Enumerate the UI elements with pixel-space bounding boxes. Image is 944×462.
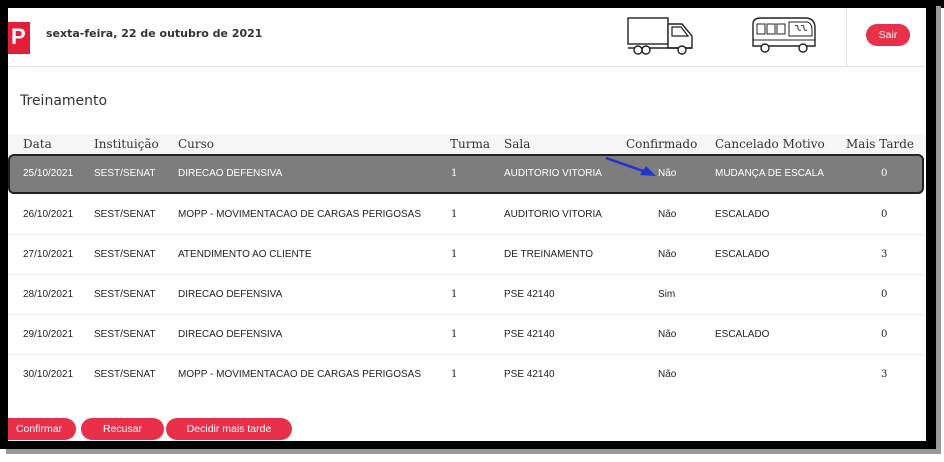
refuse-button[interactable]: Recusar — [81, 418, 164, 440]
bus-icon — [752, 17, 816, 53]
column-header-mais-tarde[interactable]: Mais Tarde — [846, 137, 914, 151]
cell-confirmado: Não — [658, 369, 677, 380]
column-header-data[interactable]: Data — [23, 137, 52, 151]
cell-sala: AUDITORIO VITORIA — [504, 168, 602, 179]
frame-border-bottom — [0, 441, 936, 449]
cell-curso: MOPP - MOVIMENTACAO DE CARGAS PERIGOSAS — [178, 369, 422, 380]
table-row[interactable]: 27/10/2021 SEST/SENAT ATENDIMENTO AO CLI… — [8, 235, 926, 275]
logo-letter: P — [11, 24, 26, 49]
cell-cancelado-motivo: ESCALADO — [715, 329, 770, 340]
cell-mais-tarde: 0 — [881, 209, 888, 220]
cell-mais-tarde: 3 — [881, 369, 888, 380]
cell-turma: 1 — [451, 209, 458, 220]
cell-curso: DIRECAO DEFENSIVA — [178, 289, 283, 300]
cell-confirmado: Não — [658, 249, 677, 260]
cell-data: 27/10/2021 — [23, 249, 74, 260]
cell-sala: PSE 42140 — [504, 289, 555, 300]
table-row[interactable]: 26/10/2021 SEST/SENAT MOPP - MOVIMENTACA… — [8, 195, 926, 235]
cell-mais-tarde: 0 — [881, 329, 888, 340]
cell-instituicao: SEST/SENAT — [94, 249, 156, 260]
cell-turma: 1 — [451, 329, 458, 340]
app-header: P sexta-feira, 22 de outubro de 2021 Sai — [8, 8, 926, 67]
column-header-sala[interactable]: Sala — [504, 137, 530, 151]
decide-later-button[interactable]: Decidir mais tarde — [166, 418, 292, 440]
table-row-selected[interactable]: 25/10/2021 SEST/SENAT DIRECAO DEFENSIVA … — [8, 154, 924, 194]
cell-mais-tarde: 0 — [881, 289, 888, 300]
cell-mais-tarde: 3 — [881, 249, 888, 260]
frame-border-left — [0, 0, 8, 445]
cell-cancelado-motivo: ESCALADO — [715, 209, 770, 220]
cell-curso: ATENDIMENTO AO CLIENTE — [178, 249, 312, 260]
frame-border-right — [926, 0, 936, 449]
column-header-turma[interactable]: Turma — [450, 137, 490, 151]
cell-confirmado: Não — [658, 168, 677, 179]
cell-cancelado-motivo: ESCALADO — [715, 249, 770, 260]
cell-curso: MOPP - MOVIMENTACAO DE CARGAS PERIGOSAS — [178, 209, 422, 220]
cell-confirmado: Sim — [658, 289, 676, 300]
header-divider — [846, 8, 847, 66]
cell-cancelado-motivo: MUDANÇA DE ESCALA — [715, 168, 824, 179]
cell-turma: 1 — [451, 249, 458, 260]
table-row[interactable]: 28/10/2021 SEST/SENAT DIRECAO DEFENSIVA … — [8, 275, 926, 315]
cell-sala: PSE 42140 — [504, 329, 555, 340]
frame-border-top — [0, 0, 944, 8]
logout-button[interactable]: Sair — [866, 24, 910, 46]
cell-data: 25/10/2021 — [23, 168, 74, 179]
cell-sala: AUDITORIO VITORIA — [504, 209, 602, 220]
cell-data: 26/10/2021 — [23, 209, 74, 220]
cell-instituicao: SEST/SENAT — [94, 329, 156, 340]
cell-instituicao: SEST/SENAT — [94, 209, 156, 220]
column-header-curso[interactable]: Curso — [178, 137, 214, 151]
frame-shadow-right — [936, 6, 941, 453]
cell-confirmado: Não — [658, 209, 677, 220]
cell-data: 28/10/2021 — [23, 289, 74, 300]
table-row[interactable]: 30/10/2021 SEST/SENAT MOPP - MOVIMENTACA… — [8, 355, 926, 395]
cell-turma: 1 — [451, 289, 458, 300]
column-header-confirmado[interactable]: Confirmado — [626, 137, 697, 151]
frame-shadow-bottom — [6, 449, 941, 454]
arrow-pointer-icon — [605, 156, 656, 176]
screenshot-frame: P sexta-feira, 22 de outubro de 2021 Sai — [0, 0, 944, 462]
cell-instituicao: SEST/SENAT — [94, 369, 156, 380]
table-header: Data Instituição Curso Turma Sala Confir… — [8, 134, 926, 154]
cell-sala: PSE 42140 — [504, 369, 555, 380]
cell-confirmado: Não — [658, 329, 677, 340]
brand-logo-icon[interactable]: P — [8, 22, 30, 54]
cell-curso: DIRECAO DEFENSIVA — [178, 168, 283, 179]
cell-turma: 1 — [451, 369, 458, 380]
cell-instituicao: SEST/SENAT — [94, 289, 156, 300]
current-date: sexta-feira, 22 de outubro de 2021 — [46, 27, 263, 40]
cell-data: 29/10/2021 — [23, 329, 74, 340]
cell-curso: DIRECAO DEFENSIVA — [178, 329, 283, 340]
column-header-instituicao[interactable]: Instituição — [94, 137, 159, 151]
table-row[interactable]: 29/10/2021 SEST/SENAT DIRECAO DEFENSIVA … — [8, 315, 926, 355]
page-title: Treinamento — [20, 93, 108, 109]
truck-icon — [627, 17, 693, 55]
column-header-cancelado-motivo[interactable]: Cancelado Motivo — [715, 137, 825, 151]
cell-sala: DE TREINAMENTO — [504, 249, 594, 260]
cell-instituicao: SEST/SENAT — [94, 168, 156, 179]
cell-turma: 1 — [451, 168, 458, 179]
cell-mais-tarde: 0 — [881, 168, 888, 179]
cell-data: 30/10/2021 — [23, 369, 74, 380]
confirm-button[interactable]: Confirmar — [2, 418, 76, 440]
